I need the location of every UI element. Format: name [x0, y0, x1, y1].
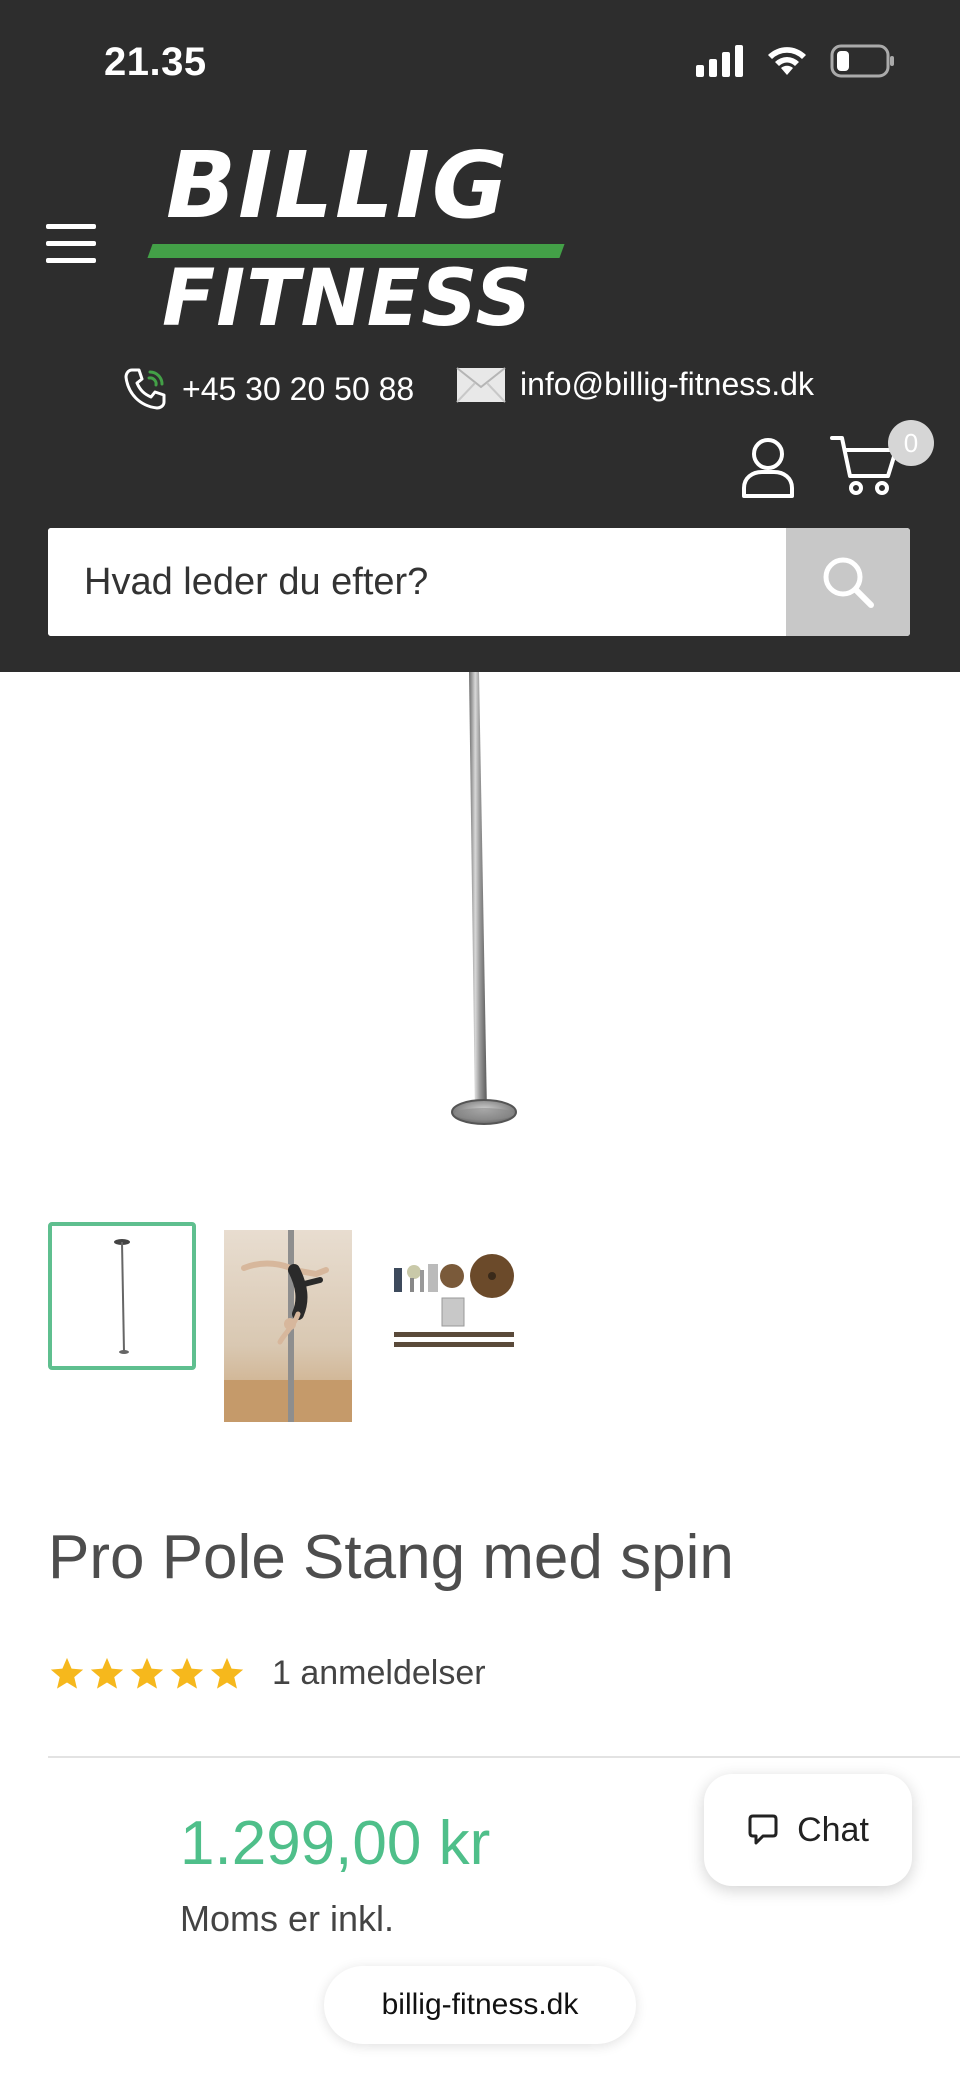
search-icon: [823, 557, 874, 608]
star-icon: [50, 1657, 84, 1689]
divider: [48, 1756, 960, 1758]
rating-stars: [48, 1655, 246, 1693]
browser-url-bar[interactable]: billig-fitness.dk: [324, 1966, 636, 2044]
logo-text-billig: BILLIG: [166, 132, 510, 239]
search-bar: [48, 528, 910, 636]
mail-icon: [456, 366, 506, 403]
search-input[interactable]: [48, 528, 786, 636]
pole-thumbnail[interactable]: [48, 1222, 196, 1370]
chat-bubble-icon: [748, 1814, 778, 1845]
email-link[interactable]: info@billig-fitness.dk: [456, 366, 814, 403]
star-icon: [210, 1657, 244, 1689]
star-icon: [170, 1657, 204, 1689]
chat-label: Chat: [797, 1810, 869, 1849]
phone-link[interactable]: +45 30 20 50 88: [122, 366, 414, 412]
search-button[interactable]: [786, 528, 910, 636]
logo-text-fitness: FITNESS: [162, 254, 533, 344]
signal-icon: [696, 45, 743, 77]
browser-url: billig-fitness.dk: [381, 1988, 579, 2021]
status-time: 21.35: [104, 40, 207, 84]
chat-button[interactable]: Chat: [704, 1774, 912, 1886]
email-address: info@billig-fitness.dk: [520, 366, 814, 402]
pole-parts-thumbnail[interactable]: [388, 1242, 518, 1362]
phone-number: +45 30 20 50 88: [182, 370, 415, 407]
phone-icon: [124, 368, 166, 410]
star-icon: [130, 1657, 164, 1689]
product-title: Pro Pole Stang med spin: [48, 1523, 734, 1592]
product-price: 1.299,00 kr: [180, 1809, 491, 1878]
product-main-image[interactable]: [0, 672, 960, 1152]
cart-count-badge: 0: [888, 420, 934, 466]
tax-note: Moms er inkl.: [180, 1898, 395, 1939]
pole-dancer-thumbnail[interactable]: [224, 1230, 352, 1422]
battery-icon: [830, 44, 894, 78]
hamburger-menu-icon[interactable]: [46, 222, 98, 266]
review-count: 1 anmeldelser: [272, 1654, 486, 1692]
wifi-icon: [768, 47, 806, 75]
status-icons: [696, 44, 896, 78]
logo[interactable]: BILLIG FITNESS: [147, 132, 570, 344]
star-icon: [90, 1657, 124, 1689]
product-rating[interactable]: 1 anmeldelser: [48, 1654, 486, 1693]
account-icon[interactable]: [740, 436, 796, 498]
site-header: 21.35 BILLIG FITNESS +45 30 20 50 88 inf…: [0, 0, 960, 672]
